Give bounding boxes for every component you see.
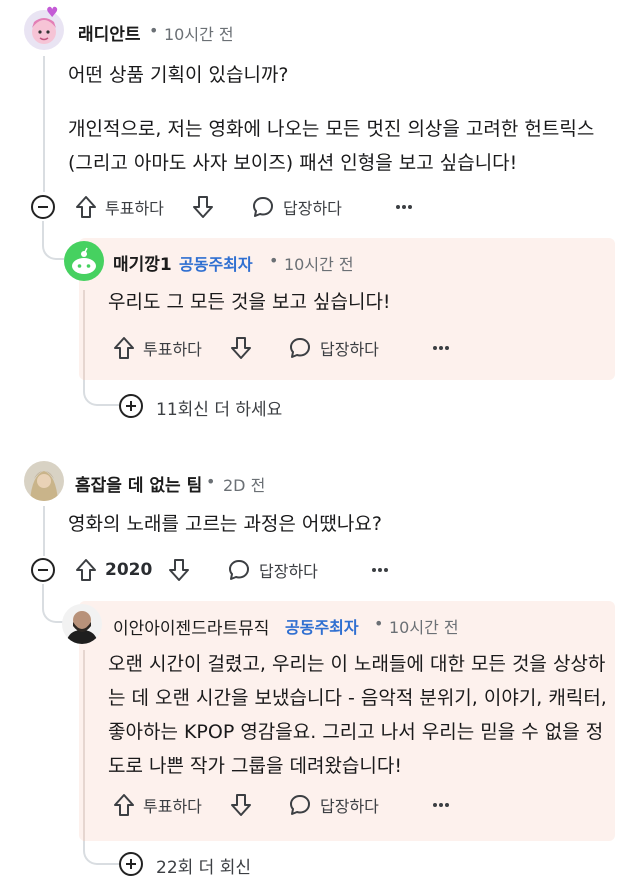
more-options-icon (395, 195, 413, 219)
downvote-arrow-icon (230, 336, 252, 360)
reply-label: 답장하다 (283, 199, 342, 218)
thread-line (43, 506, 45, 556)
thread-line (43, 56, 45, 192)
comment-text: 우리도 그 모든 것을 보고 싶습니다! (108, 291, 391, 313)
more-replies-link[interactable]: 11회신 더 하세요 (156, 395, 282, 420)
timestamp: 10시간 전 (284, 255, 354, 274)
downvote-arrow-icon (230, 793, 252, 817)
reply-button[interactable]: 답장하다 (288, 793, 379, 817)
reply-label: 답장하다 (320, 340, 379, 359)
comment-text: 어떤 상품 기획이 있습니까? (68, 64, 289, 86)
avatar[interactable] (64, 241, 104, 281)
avatar[interactable] (62, 604, 102, 644)
downvote-button[interactable] (230, 793, 252, 817)
separator: • (206, 472, 216, 491)
more-options-button[interactable] (395, 195, 413, 219)
separator: • (149, 21, 159, 40)
collapse-thread-button[interactable] (31, 558, 55, 582)
reply-button[interactable]: 답장하다 (251, 195, 342, 219)
more-options-icon (432, 793, 450, 817)
comment-bubble-icon (288, 793, 312, 817)
upvote-button[interactable]: 투표하다 (75, 195, 164, 219)
more-options-button[interactable] (432, 793, 450, 817)
comment-text: 영화의 노래를 고르는 과정은 어땠나요? (68, 513, 382, 535)
expand-replies-icon[interactable] (119, 394, 143, 418)
comment-bubble-icon (288, 336, 312, 360)
downvote-button[interactable] (168, 558, 190, 582)
vote-label: 투표하다 (143, 340, 202, 359)
username[interactable]: 래디안트 (78, 20, 141, 45)
upvote-arrow-icon (75, 195, 97, 219)
reply-button[interactable]: 답장하다 (227, 558, 318, 582)
thread-connector (83, 380, 119, 406)
thread-line (83, 650, 85, 841)
downvote-arrow-icon (192, 195, 214, 219)
thread-line (83, 290, 85, 380)
timestamp: 10시간 전 (164, 25, 234, 44)
downvote-button[interactable] (230, 336, 252, 360)
downvote-button[interactable] (192, 195, 214, 219)
thread-connector (83, 841, 119, 865)
comment-bubble-icon (251, 195, 275, 219)
vote-label: 투표하다 (143, 797, 202, 816)
downvote-arrow-icon (168, 558, 190, 582)
username[interactable]: 이안아이젠드라트뮤직 (113, 614, 269, 639)
comment-bubble-icon (227, 558, 251, 582)
thread-connector (42, 234, 64, 260)
vote-count: 2020 (105, 560, 153, 580)
upvote-arrow-icon (113, 793, 135, 817)
more-options-button[interactable] (371, 558, 389, 582)
reply-label: 답장하다 (320, 797, 379, 816)
flair-badge: 공동주최자 (179, 255, 253, 274)
collapse-thread-button[interactable] (31, 195, 55, 219)
upvote-button[interactable]: 투표하다 (113, 336, 202, 360)
heart-icon: ♥ (46, 5, 59, 21)
more-options-button[interactable] (432, 336, 450, 360)
separator: • (374, 614, 384, 633)
more-replies-link[interactable]: 22회 더 회신 (156, 853, 251, 878)
reply-button[interactable]: 답장하다 (288, 336, 379, 360)
upvote-arrow-icon (113, 336, 135, 360)
comment-text: 오랜 시간이 걸렸고, 우리는 이 노래들에 대한 모든 것을 상상하는 데 오… (108, 653, 607, 777)
timestamp: 2D 전 (223, 476, 266, 495)
expand-replies-icon[interactable] (119, 852, 143, 876)
timestamp: 10시간 전 (389, 618, 459, 637)
more-options-icon (432, 336, 450, 360)
upvote-arrow-icon (75, 558, 97, 582)
vote-label: 투표하다 (105, 199, 164, 218)
comment-text: 개인적으로, 저는 영화에 나오는 모든 멋진 의상을 고려한 헌트릭스(그리고… (68, 118, 595, 174)
username[interactable]: 흠잡을 데 없는 팀 (75, 471, 202, 496)
flair-badge: 공동주최자 (285, 618, 359, 637)
reply-label: 답장하다 (259, 562, 318, 581)
separator: • (269, 251, 279, 270)
upvote-button[interactable]: 투표하다 (113, 793, 202, 817)
avatar[interactable] (24, 461, 64, 501)
more-options-icon (371, 558, 389, 582)
username[interactable]: 매기깡1 (113, 250, 172, 275)
thread-connector (42, 597, 64, 623)
upvote-button[interactable]: 2020 (75, 558, 152, 582)
